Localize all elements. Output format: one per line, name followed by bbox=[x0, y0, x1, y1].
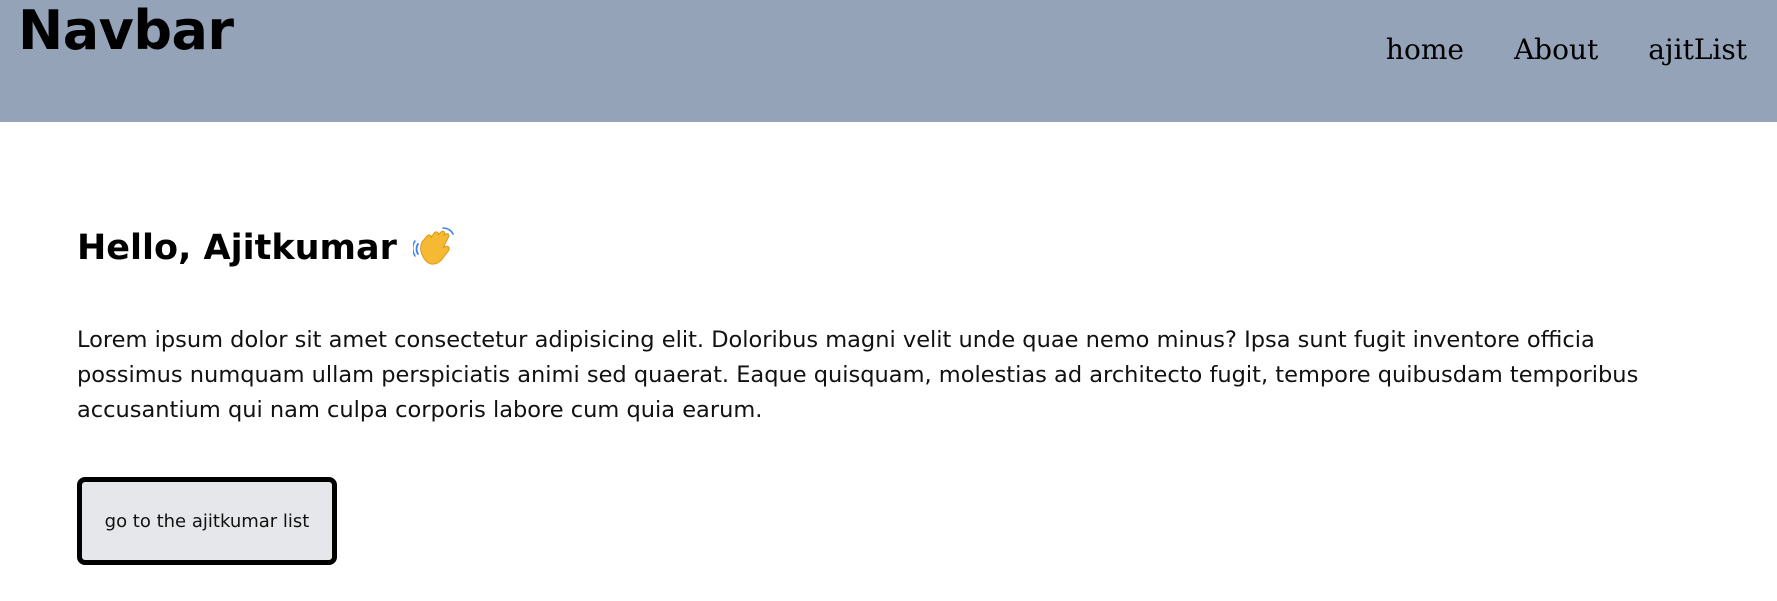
greeting-heading: Hello, Ajitkumar bbox=[77, 226, 1677, 270]
nav-link-about[interactable]: About bbox=[1514, 30, 1598, 70]
navbar-brand: Navbar bbox=[18, 0, 234, 62]
waving-hand-icon bbox=[411, 226, 457, 270]
navbar: Navbar home About ajitList bbox=[0, 0, 1777, 122]
intro-paragraph: Lorem ipsum dolor sit amet consectetur a… bbox=[77, 327, 1639, 423]
main-content: Hello, Ajitkumar Lorem ipsum dolor sit a… bbox=[77, 226, 1677, 565]
greeting-text: Hello, Ajitkumar bbox=[77, 228, 397, 268]
nav-links: home About ajitList bbox=[1386, 30, 1747, 70]
go-to-list-button[interactable]: go to the ajitkumar list bbox=[77, 477, 337, 565]
nav-link-home[interactable]: home bbox=[1386, 30, 1464, 70]
nav-link-ajitlist[interactable]: ajitList bbox=[1648, 30, 1747, 70]
